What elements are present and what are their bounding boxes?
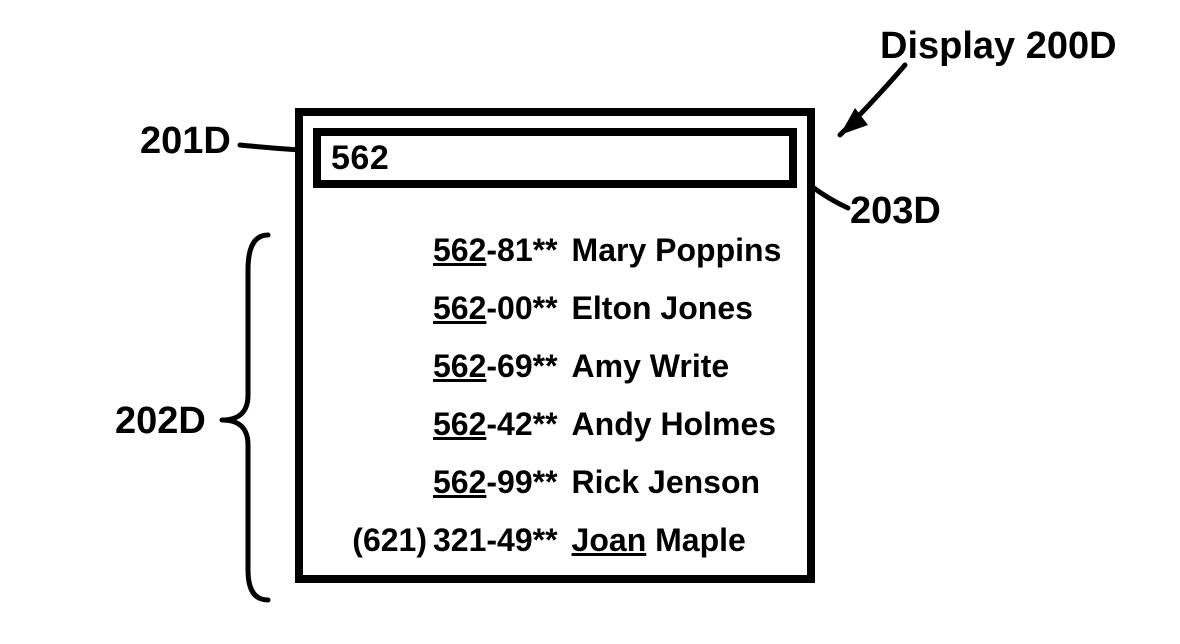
- match-name: Andy Holmes: [572, 395, 776, 453]
- match-row[interactable]: 562-99**Rick Jenson: [303, 453, 797, 511]
- match-name: Rick Jenson: [572, 453, 761, 511]
- match-number: 562-69**: [433, 337, 572, 395]
- input-field-callout-label: 201D: [140, 120, 231, 163]
- input-box-callout-label: 203D: [850, 190, 941, 233]
- match-number: 321-49**: [433, 511, 572, 569]
- number-input[interactable]: 562: [313, 128, 797, 188]
- match-row[interactable]: 562-42**Andy Holmes: [303, 395, 797, 453]
- match-number: 562-99**: [433, 453, 572, 511]
- match-row[interactable]: 562-00**Elton Jones: [303, 279, 797, 337]
- match-number: 562-00**: [433, 279, 572, 337]
- match-area-code: (621): [303, 511, 433, 569]
- match-row[interactable]: 562-81**Mary Poppins: [303, 221, 797, 279]
- match-row[interactable]: 562-69**Amy Write: [303, 337, 797, 395]
- match-number: 562-42**: [433, 395, 572, 453]
- display-window: 562 562-81**Mary Poppins562-00**Elton Jo…: [295, 108, 815, 583]
- display-callout-label: Display 200D: [880, 25, 1117, 68]
- match-name: Joan Maple: [572, 511, 746, 569]
- number-input-value: 562: [331, 139, 389, 178]
- diagram-stage: Display 200D 201D 202D 203D 562 562-81**…: [0, 0, 1180, 644]
- match-name: Mary Poppins: [572, 221, 782, 279]
- match-list-callout-label: 202D: [115, 400, 206, 443]
- match-name: Elton Jones: [572, 279, 753, 337]
- match-number: 562-81**: [433, 221, 572, 279]
- match-name: Amy Write: [572, 337, 730, 395]
- match-list: 562-81**Mary Poppins562-00**Elton Jones5…: [303, 221, 807, 563]
- match-row[interactable]: (621)321-49**Joan Maple: [303, 511, 797, 569]
